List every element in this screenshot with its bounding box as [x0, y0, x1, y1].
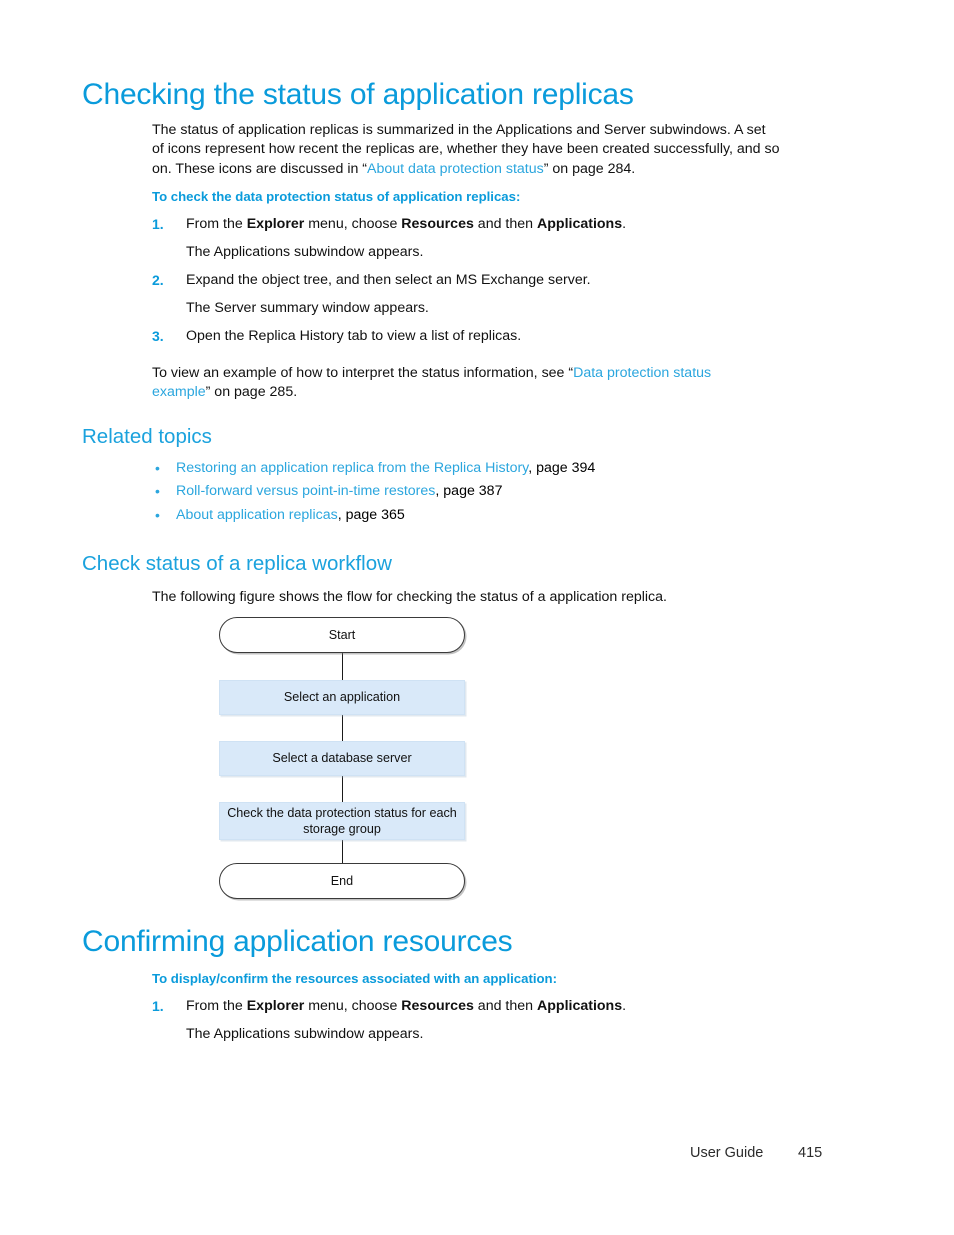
step-1-bold-resources: Resources: [401, 216, 474, 232]
step-result-1: The Applications subwindow appears.: [186, 244, 424, 260]
step-1-bold-applications: Applications: [536, 216, 623, 232]
closing-line-2-suffix: ” on page 285.: [205, 384, 298, 401]
page-title-confirming-resources: Confirming application resources: [82, 925, 513, 958]
step-number-1: 1.: [152, 216, 164, 232]
intro-line-3-prefix: on. These icons are discussed in “: [152, 160, 368, 177]
flow-connector-start-to-select-application: [342, 653, 344, 680]
related-topic-page-2: , page 387: [435, 483, 503, 499]
intro-paragraph: The status of application replicas is su…: [152, 121, 852, 179]
procedure-title-confirm-resources: To display/confirm the resources associa…: [152, 971, 557, 986]
link-roll-forward-versus-point-in-time[interactable]: Roll-forward versus point-in-time restor…: [176, 483, 435, 499]
flow-node-start: Start: [219, 617, 465, 653]
link-data-protection-status-example-part1[interactable]: Data protection status: [573, 365, 711, 381]
flow-node-select-database-server: Select a database server: [219, 741, 465, 776]
procedure-title-check-status: To check the data protection status of a…: [152, 189, 521, 204]
page-title-checking-status: Checking the status of application repli…: [82, 78, 634, 111]
step-result-2: The Server summary window appears.: [186, 300, 429, 316]
flow-node-select-application: Select an application: [219, 680, 465, 715]
step-number-3: 3.: [152, 328, 164, 344]
confirm-step-result-1: The Applications subwindow appears.: [186, 1026, 424, 1042]
closing-line-1-prefix: To view an example of how to interpret t…: [152, 365, 574, 381]
intro-line-2: of icons represent how recent the replic…: [152, 141, 780, 158]
flow-connector-database-to-check-status: [342, 776, 344, 802]
link-data-protection-status-example-part2[interactable]: example: [152, 384, 206, 400]
bullet-marker-1: •: [155, 460, 160, 476]
flow-node-check-status: Check the data protection status for eac…: [219, 802, 465, 840]
confirm-step-1-bold-explorer: Explorer: [246, 998, 305, 1014]
footer-document-label: User Guide: [690, 1145, 764, 1161]
confirm-step-1-part-4: and then: [473, 998, 537, 1014]
workflow-intro-text: The following figure shows the flow for …: [152, 589, 667, 605]
step-text-1: From the Explorer menu, choose Resources…: [186, 215, 626, 234]
link-about-application-replicas[interactable]: About application replicas: [176, 507, 338, 523]
step-1-bold-explorer: Explorer: [246, 216, 305, 232]
step-text-2: Expand the object tree, and then select …: [186, 272, 591, 288]
bullet-marker-2: •: [155, 483, 160, 499]
link-about-data-protection-status[interactable]: About data protection status: [367, 161, 544, 177]
flow-node-start-label: Start: [328, 627, 356, 642]
flow-node-check-status-label: Check the data protection status for eac…: [227, 806, 457, 836]
step-number-2: 2.: [152, 272, 164, 288]
step-text-3: Open the Replica History tab to view a l…: [186, 328, 522, 344]
flow-node-select-application-label: Select an application: [283, 690, 401, 704]
confirm-step-1-bold-applications: Applications: [536, 998, 623, 1014]
flow-node-end-label: End: [330, 873, 354, 888]
related-topic-item-2: Roll-forward versus point-in-time restor…: [176, 482, 502, 501]
related-topic-item-1: Restoring an application replica from th…: [176, 459, 595, 478]
flow-node-select-database-server-label: Select a database server: [272, 751, 412, 765]
step-1-part-4: and then: [473, 216, 537, 232]
confirm-step-number-1: 1.: [152, 998, 164, 1014]
bullet-marker-3: •: [155, 507, 160, 523]
step-1-part-0: From the: [186, 216, 247, 232]
related-topic-item-3: About application replicas, page 365: [176, 506, 405, 525]
closing-paragraph: To view an example of how to interpret t…: [152, 364, 852, 403]
step-1-part-2: menu, choose: [304, 216, 402, 232]
related-topic-page-1: , page 394: [528, 460, 596, 476]
heading-related-topics: Related topics: [82, 425, 212, 448]
related-topic-page-3: , page 365: [337, 507, 405, 523]
confirm-step-1-part-0: From the: [186, 998, 247, 1014]
footer-page-number: 415: [798, 1145, 823, 1161]
heading-check-status-workflow: Check status of a replica workflow: [82, 552, 392, 575]
flow-node-end: End: [219, 863, 465, 899]
flow-connector-check-status-to-end: [342, 840, 344, 863]
document-page: Checking the status of application repli…: [0, 0, 954, 1235]
confirm-step-1-part-6: .: [622, 998, 627, 1014]
replica-status-flowchart: Start Select an application Select a dat…: [219, 617, 467, 899]
link-restoring-application-replica[interactable]: Restoring an application replica from th…: [176, 460, 528, 476]
confirm-step-1-part-2: menu, choose: [304, 998, 402, 1014]
flow-connector-select-application-to-database: [342, 715, 344, 741]
step-1-part-6: .: [622, 216, 627, 232]
confirm-step-1-bold-resources: Resources: [401, 998, 474, 1014]
intro-line-3-suffix: ” on page 284.: [543, 160, 636, 177]
intro-line-1: The status of application replicas is su…: [152, 122, 766, 138]
confirm-step-text-1: From the Explorer menu, choose Resources…: [186, 997, 626, 1016]
